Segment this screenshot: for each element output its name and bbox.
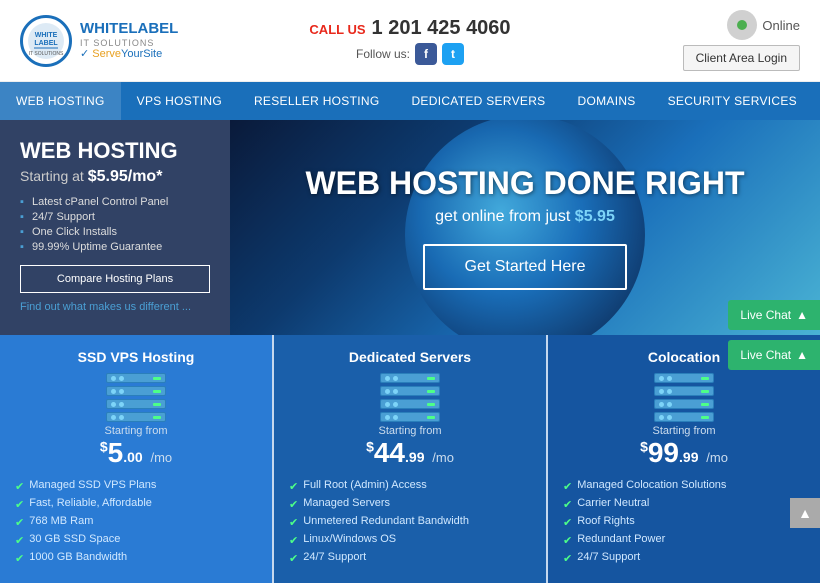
service-title-vps: SSD VPS Hosting bbox=[15, 349, 257, 365]
online-dot bbox=[737, 20, 747, 30]
service-card-vps: SSD VPS Hosting Starting from $5.00 /mo … bbox=[0, 335, 274, 583]
status-icon bbox=[727, 10, 757, 40]
live-chat-label-1: Live Chat bbox=[740, 308, 791, 322]
brand-name: WHITELABEL bbox=[80, 20, 178, 38]
feature-ded-2: Managed Servers bbox=[303, 497, 390, 509]
brand-sub: IT SOLUTIONS bbox=[80, 38, 178, 49]
hero-left-starting: Starting at $5.95/mo* bbox=[20, 168, 210, 186]
logo-text: WHITELABEL IT SOLUTIONS ✓ ServeYourSite bbox=[80, 20, 178, 62]
client-login-button[interactable]: Client Area Login bbox=[683, 45, 800, 71]
feature-vps-4: 30 GB SSD Space bbox=[29, 533, 120, 545]
brand-serve: ✓ ServeYourSite bbox=[80, 48, 178, 61]
feature-col-1: Managed Colocation Solutions bbox=[577, 479, 726, 491]
follow-area: Follow us: f t bbox=[280, 43, 540, 65]
live-chat-label-2: Live Chat bbox=[740, 348, 791, 362]
hero-left-panel: WEB HOSTING Starting at $5.95/mo* Latest… bbox=[0, 120, 230, 335]
hero-price: $5.95 bbox=[575, 208, 615, 225]
server-icon-dedicated bbox=[380, 373, 440, 417]
nav-item-domains[interactable]: DOMAINS bbox=[562, 82, 652, 120]
header: WHITE LABEL IT SOLUTIONS WHITELABEL IT S… bbox=[0, 0, 820, 82]
nav-item-web-hosting[interactable]: WEB HOSTING bbox=[0, 82, 121, 120]
nav-item-about-us[interactable]: ABOUT US bbox=[813, 82, 820, 120]
price-colocation: $99.99 /mo bbox=[563, 437, 805, 469]
hero-left-price: $5.95/mo* bbox=[88, 168, 163, 185]
hero-section: WEB HOSTING Starting at $5.95/mo* Latest… bbox=[0, 120, 820, 335]
online-status: Online bbox=[727, 10, 800, 40]
hero-globe bbox=[405, 120, 645, 335]
follow-label: Follow us: bbox=[356, 47, 410, 61]
user-area: Online Client Area Login bbox=[540, 10, 800, 71]
twitter-icon[interactable]: t bbox=[442, 43, 464, 65]
hero-subtitle: get online from just $5.95 bbox=[435, 208, 615, 226]
live-chat-arrow-2: ▲ bbox=[796, 348, 808, 362]
phone-number: 1 201 425 4060 bbox=[372, 17, 511, 40]
online-label: Online bbox=[762, 18, 800, 33]
feature-ded-5: 24/7 Support bbox=[303, 551, 366, 563]
price-vps: $5.00 /mo bbox=[15, 437, 257, 469]
server-icon-vps bbox=[106, 373, 166, 417]
svg-text:LABEL: LABEL bbox=[34, 40, 58, 47]
feature-vps-1: Managed SSD VPS Plans bbox=[29, 479, 156, 491]
scroll-top-button[interactable]: ▲ bbox=[790, 498, 820, 528]
service-card-colocation: Colocation Starting from $99.99 /mo ✔Man… bbox=[548, 335, 820, 583]
feature-ded-4: Linux/Windows OS bbox=[303, 533, 396, 545]
starting-from-vps: Starting from bbox=[15, 425, 257, 437]
svg-text:WHITE: WHITE bbox=[35, 32, 58, 39]
nav-item-reseller-hosting[interactable]: RESELLER HOSTING bbox=[238, 82, 396, 120]
feature-uptime: 99.99% Uptime Guarantee bbox=[20, 241, 210, 253]
live-chat-button-2[interactable]: Live Chat ▲ bbox=[728, 340, 820, 370]
feature-col-5: 24/7 Support bbox=[577, 551, 640, 563]
call-area: CALL US 1 201 425 4060 Follow us: f t bbox=[280, 17, 540, 65]
nav-item-dedicated-servers[interactable]: DEDICATED SERVERS bbox=[395, 82, 561, 120]
features-colocation: ✔Managed Colocation Solutions ✔Carrier N… bbox=[563, 479, 805, 565]
feature-ded-1: Full Root (Admin) Access bbox=[303, 479, 426, 491]
feature-one-click: One Click Installs bbox=[20, 226, 210, 238]
features-vps: ✔Managed SSD VPS Plans ✔Fast, Reliable, … bbox=[15, 479, 257, 565]
main-nav: WEB HOSTING VPS HOSTING RESELLER HOSTING… bbox=[0, 82, 820, 120]
feature-vps-2: Fast, Reliable, Affordable bbox=[29, 497, 152, 509]
hero-main-title: WEB HOSTING DONE RIGHT bbox=[305, 165, 744, 202]
compare-hosting-button[interactable]: Compare Hosting Plans bbox=[20, 265, 210, 293]
hero-features-list: Latest cPanel Control Panel 24/7 Support… bbox=[20, 196, 210, 253]
feature-vps-5: 1000 GB Bandwidth bbox=[29, 551, 127, 563]
service-card-dedicated: Dedicated Servers Starting from $44.99 /… bbox=[274, 335, 548, 583]
feature-col-4: Redundant Power bbox=[577, 533, 665, 545]
logo-area: WHITE LABEL IT SOLUTIONS WHITELABEL IT S… bbox=[20, 15, 280, 67]
svg-text:IT SOLUTIONS: IT SOLUTIONS bbox=[29, 51, 64, 57]
feature-support: 24/7 Support bbox=[20, 211, 210, 223]
starting-from-dedicated: Starting from bbox=[289, 425, 531, 437]
hero-left-title: WEB HOSTING bbox=[20, 138, 210, 164]
services-section: SSD VPS Hosting Starting from $5.00 /mo … bbox=[0, 335, 820, 583]
nav-item-vps-hosting[interactable]: VPS HOSTING bbox=[121, 82, 238, 120]
features-dedicated: ✔Full Root (Admin) Access ✔Managed Serve… bbox=[289, 479, 531, 565]
logo-circle: WHITE LABEL IT SOLUTIONS bbox=[20, 15, 72, 67]
live-chat-button-1[interactable]: Live Chat ▲ bbox=[728, 300, 820, 330]
feature-col-3: Roof Rights bbox=[577, 515, 634, 527]
service-title-dedicated: Dedicated Servers bbox=[289, 349, 531, 365]
get-started-button[interactable]: Get Started Here bbox=[423, 244, 628, 290]
starting-from-colocation: Starting from bbox=[563, 425, 805, 437]
feature-vps-3: 768 MB Ram bbox=[29, 515, 93, 527]
find-out-link[interactable]: Find out what makes us different ... bbox=[20, 301, 210, 313]
nav-item-security-services[interactable]: SECURITY SERVICES bbox=[652, 82, 813, 120]
feature-cpanel: Latest cPanel Control Panel bbox=[20, 196, 210, 208]
feature-col-2: Carrier Neutral bbox=[577, 497, 649, 509]
facebook-icon[interactable]: f bbox=[415, 43, 437, 65]
price-dedicated: $44.99 /mo bbox=[289, 437, 531, 469]
server-icon-colocation bbox=[654, 373, 714, 417]
live-chat-arrow-1: ▲ bbox=[796, 308, 808, 322]
feature-ded-3: Unmetered Redundant Bandwidth bbox=[303, 515, 469, 527]
call-us-label: CALL US bbox=[309, 22, 365, 37]
